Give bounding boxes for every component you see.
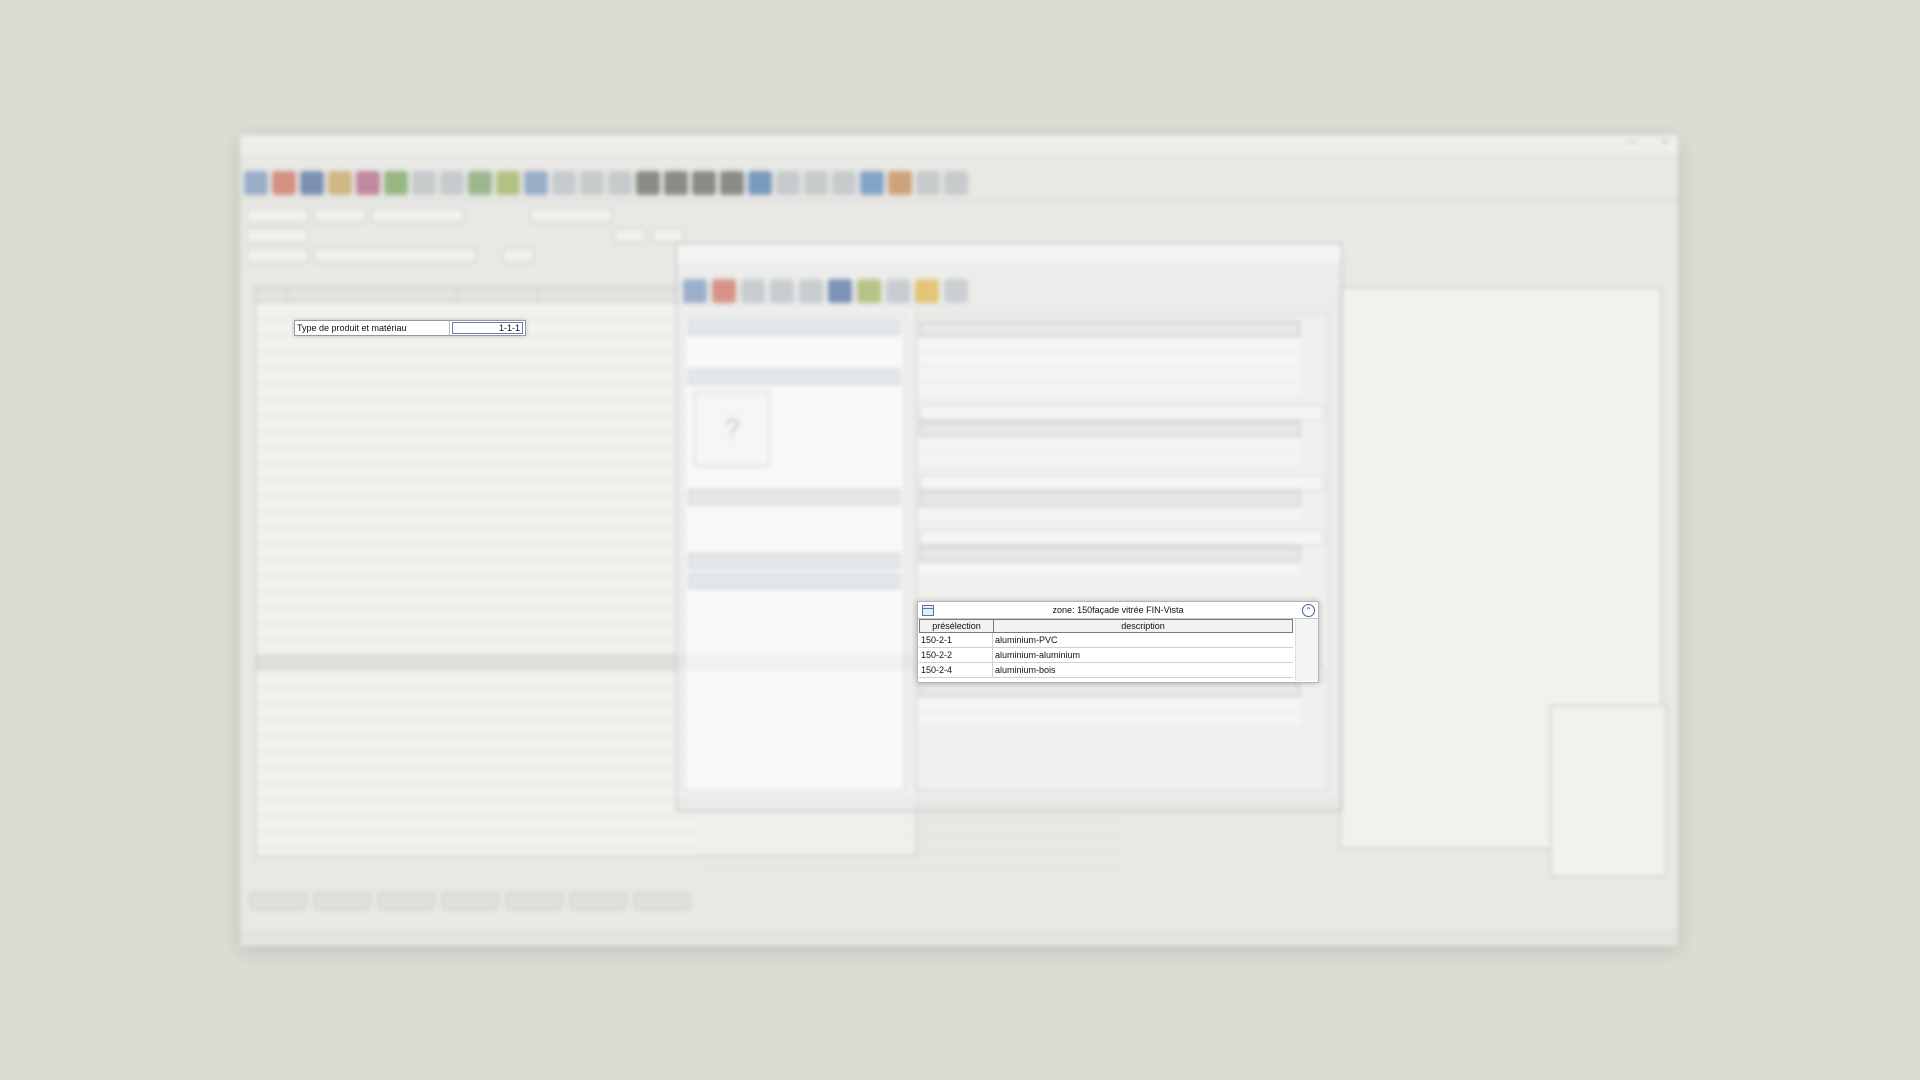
toolbar-icon bbox=[468, 171, 492, 195]
toolbar-icon bbox=[496, 171, 520, 195]
table-row[interactable]: 150-2-4 aluminium-bois bbox=[919, 663, 1293, 678]
table-header: présélection description bbox=[919, 619, 1293, 633]
toolbar-icon bbox=[356, 171, 380, 195]
toolbar-icon bbox=[272, 171, 296, 195]
section-header bbox=[688, 489, 900, 505]
toolbar-icon bbox=[944, 171, 968, 195]
main-statusbar bbox=[240, 931, 1678, 946]
toolbar-icon bbox=[524, 171, 548, 195]
bottom-button-bar bbox=[250, 892, 690, 910]
dialog-toolbar bbox=[677, 276, 1341, 307]
toolbar-icon bbox=[384, 171, 408, 195]
toolbar-icon bbox=[857, 279, 881, 303]
collapse-up-icon[interactable]: ⌃ bbox=[1302, 604, 1315, 617]
preselection-description: aluminium-PVC bbox=[995, 635, 1058, 645]
toolbar-icon bbox=[328, 171, 352, 195]
toolbar-icon bbox=[776, 171, 800, 195]
zone-150-panel: zone: 150façade vitrée FIN-Vista ⌃ présé… bbox=[917, 601, 1319, 683]
section-header bbox=[688, 369, 900, 385]
toolbar-icon bbox=[712, 279, 736, 303]
main-menubar bbox=[240, 153, 1678, 167]
section-header bbox=[688, 319, 900, 335]
main-toolbar bbox=[240, 167, 1678, 200]
zone-side-gap bbox=[1295, 619, 1318, 681]
dialog-left-pane: ? bbox=[683, 314, 905, 791]
product-material-type-input[interactable]: 1-1-1 bbox=[452, 322, 523, 334]
toolbar-icon bbox=[886, 279, 910, 303]
toolbar-icon bbox=[664, 171, 688, 195]
filter-icon bbox=[916, 171, 940, 195]
preselection-dialog: ? bbox=[676, 243, 1342, 811]
save-icon bbox=[828, 279, 852, 303]
document-icon bbox=[944, 279, 968, 303]
zone-title-bar: zone: 150façade vitrée FIN-Vista ⌃ bbox=[918, 602, 1318, 619]
zones-pane bbox=[915, 314, 1329, 791]
preselection-code: 150-2-4 bbox=[919, 663, 993, 677]
table-row[interactable]: 150-2-1 aluminium-PVC bbox=[919, 633, 1293, 648]
toolbar-icon bbox=[888, 171, 912, 195]
dialog-menubar bbox=[677, 262, 1341, 276]
preselection-description: aluminium-bois bbox=[995, 665, 1056, 675]
toolbar-icon bbox=[799, 279, 823, 303]
toolbar-icon bbox=[244, 171, 268, 195]
column-header-description[interactable]: description bbox=[994, 620, 1292, 632]
toolbar-icon bbox=[832, 171, 856, 195]
toolbar-icon bbox=[608, 171, 632, 195]
toolbar-icon bbox=[412, 171, 436, 195]
zone-preselection-table: présélection description 150-2-1 alumini… bbox=[919, 619, 1293, 678]
toolbar-icon bbox=[748, 171, 772, 195]
table-row[interactable]: 150-2-2 aluminium-aluminium bbox=[919, 648, 1293, 663]
zone-title: zone: 150façade vitrée FIN-Vista bbox=[1052, 605, 1184, 615]
section-header bbox=[688, 553, 900, 569]
main-titlebar: — × bbox=[240, 135, 1678, 153]
save-icon bbox=[300, 171, 324, 195]
preselection-summary-panel bbox=[1550, 705, 1667, 877]
toolbar-icon bbox=[683, 279, 707, 303]
close-icon: × bbox=[1662, 137, 1668, 148]
preselection-description: aluminium-aluminium bbox=[995, 650, 1081, 660]
toolbar-icon bbox=[804, 171, 828, 195]
toolbar-icon bbox=[440, 171, 464, 195]
toolbar-icon bbox=[580, 171, 604, 195]
product-material-type-label: Type de produit et matériau bbox=[295, 321, 450, 335]
toolbar-icon bbox=[552, 171, 576, 195]
toolbar-icon bbox=[692, 171, 716, 195]
toolbar-icon bbox=[720, 171, 744, 195]
preselection-code: 150-2-2 bbox=[919, 648, 993, 662]
minimize-icon: — bbox=[1626, 137, 1636, 148]
product-material-type-row[interactable]: Type de produit et matériau 1-1-1 bbox=[294, 320, 526, 336]
toolbar-icon bbox=[636, 171, 660, 195]
form-row bbox=[246, 225, 946, 245]
refresh-icon bbox=[860, 171, 884, 195]
dialog-titlebar bbox=[677, 244, 1341, 262]
image-placeholder-icon: ? bbox=[694, 391, 770, 467]
preselection-code: 150-2-1 bbox=[919, 633, 993, 647]
toolbar-icon bbox=[741, 279, 765, 303]
column-header-preselection[interactable]: présélection bbox=[920, 620, 994, 632]
section-header bbox=[688, 573, 900, 589]
totals-table bbox=[700, 807, 1120, 871]
star-icon bbox=[915, 279, 939, 303]
dialog-statusbar bbox=[677, 798, 1341, 810]
toolbar-icon bbox=[770, 279, 794, 303]
form-row bbox=[246, 205, 946, 225]
